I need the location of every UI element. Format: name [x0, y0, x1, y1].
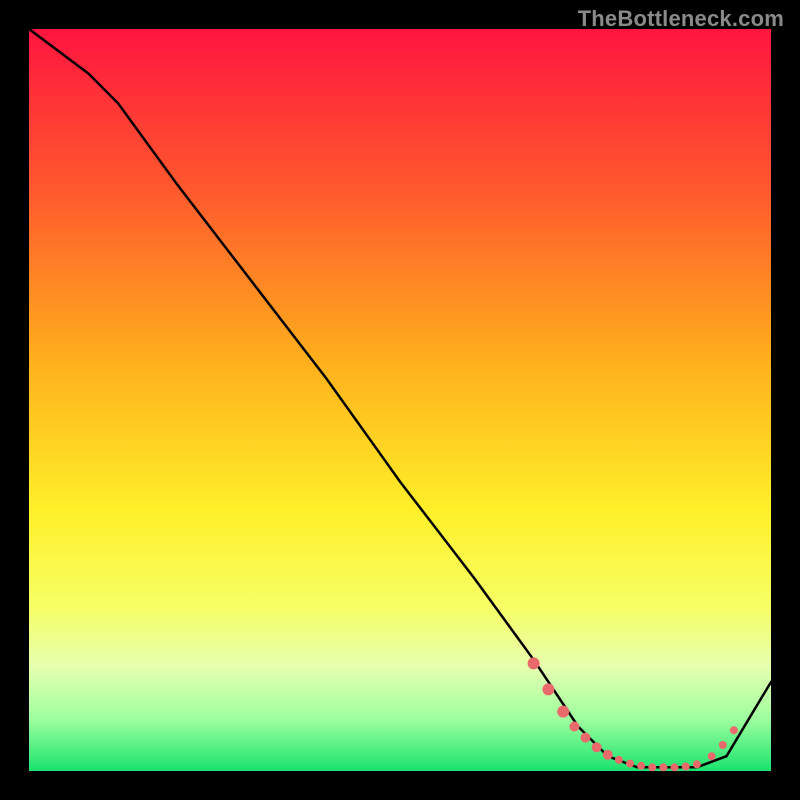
- highlight-dot: [615, 756, 623, 764]
- highlight-dot: [730, 726, 738, 734]
- highlight-dot: [671, 763, 679, 771]
- highlight-dot: [542, 683, 554, 695]
- highlight-dot: [592, 742, 602, 752]
- highlight-dot: [637, 762, 645, 770]
- highlight-dot: [659, 763, 667, 771]
- highlight-dot: [648, 763, 656, 771]
- highlight-dot: [581, 733, 591, 743]
- gradient-background: [29, 29, 771, 771]
- highlight-dot: [557, 706, 569, 718]
- highlight-dot: [682, 763, 690, 771]
- highlight-dot: [708, 752, 716, 760]
- highlight-dot: [719, 741, 727, 749]
- highlight-dot: [569, 722, 579, 732]
- highlight-dot: [603, 750, 613, 760]
- highlight-dot: [528, 657, 540, 669]
- attribution-label: TheBottleneck.com: [578, 6, 784, 32]
- highlight-dot: [626, 760, 634, 768]
- bottleneck-chart: [0, 0, 800, 800]
- chart-stage: TheBottleneck.com: [0, 0, 800, 800]
- highlight-dot: [693, 760, 701, 768]
